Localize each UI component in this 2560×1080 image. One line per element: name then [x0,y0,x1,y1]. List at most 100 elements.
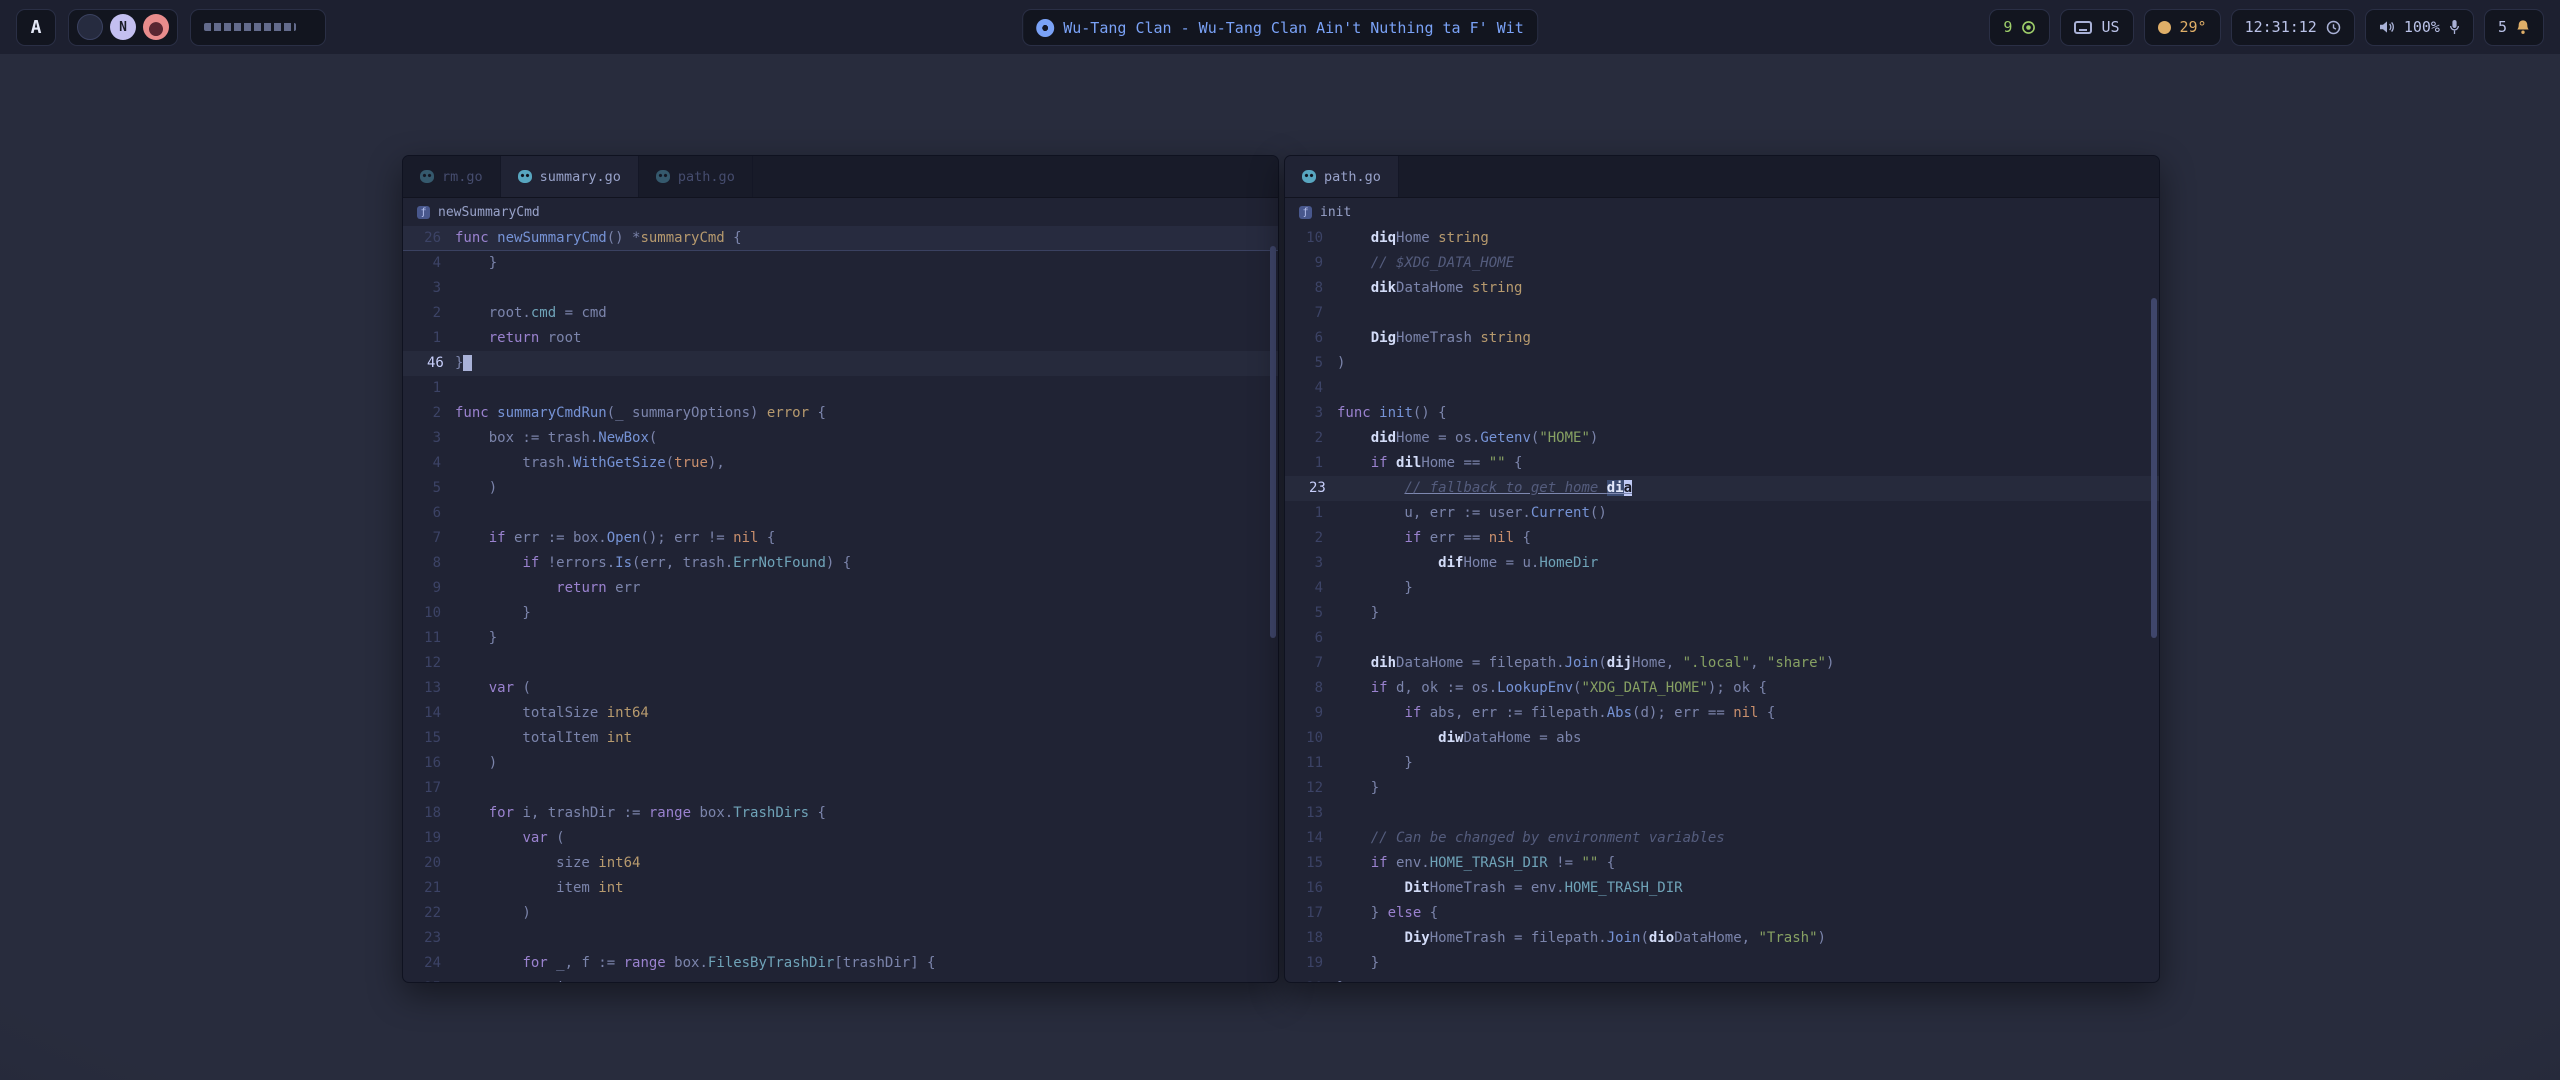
code-line[interactable]: 11 } [1285,751,2159,776]
code-line[interactable]: 10 diwDataHome = abs [1285,726,2159,751]
code-line[interactable]: 12 } [1285,776,2159,801]
code-line[interactable]: 23 // fallback to get home dia [1285,476,2159,501]
line-number: 17 [403,776,455,801]
line-number: 10 [1285,726,1337,751]
tab-summary.go[interactable]: summary.go [501,156,639,197]
code-line[interactable]: 3func init() { [1285,401,2159,426]
code-line[interactable]: 15 totalItem int [403,726,1278,751]
code-line[interactable]: 9 return err [403,576,1278,601]
line-number: 4 [1285,576,1337,601]
workspace-1-icon[interactable] [77,14,103,40]
line-number: 2 [1285,526,1337,551]
code-line[interactable]: 20} [1285,976,2159,983]
temperature-value: 29° [2180,18,2207,36]
code-line[interactable]: 46} [403,351,1278,376]
code-line[interactable]: 24 for _, f := range box.FilesByTrashDir… [403,951,1278,976]
workspace-2-icon[interactable]: N [110,14,136,40]
code-line[interactable]: 19 } [1285,951,2159,976]
code-line[interactable]: 4 [1285,376,2159,401]
code-line[interactable]: 14 totalSize int64 [403,701,1278,726]
code-line[interactable]: 17 [403,776,1278,801]
code-line[interactable]: 11 } [403,626,1278,651]
line-number: 4 [403,451,455,476]
code-line[interactable]: 8 if d, ok := os.LookupEnv("XDG_DATA_HOM… [1285,676,2159,701]
now-playing-text: Wu-Tang Clan - Wu-Tang Clan Ain't Nuthin… [1063,19,1524,37]
line-number: 9 [1285,251,1337,276]
line-number: 8 [1285,276,1337,301]
code-line[interactable]: 3 difHome = u.HomeDir [1285,551,2159,576]
window-title-text [204,23,296,31]
workspace-3-icon[interactable] [143,14,169,40]
code-line[interactable]: 1 u, err := user.Current() [1285,501,2159,526]
line-number: 3 [403,276,455,301]
code-line[interactable]: 21 item int [403,876,1278,901]
code-line[interactable]: 1 [403,376,1278,401]
code-line[interactable]: 9 if abs, err := filepath.Abs(d); err ==… [1285,701,2159,726]
notifications-widget[interactable]: 5 [2484,9,2544,46]
weather-widget[interactable]: 29° [2144,9,2221,46]
code-line[interactable]: 2 if err == nil { [1285,526,2159,551]
code-line[interactable]: 14 // Can be changed by environment vari… [1285,826,2159,851]
code-line[interactable]: 4 trash.WithGetSize(true), [403,451,1278,476]
tab-path.go[interactable]: path.go [1285,156,1399,197]
volume-widget[interactable]: 100% [2365,9,2474,46]
code-line[interactable]: 23 [403,926,1278,951]
code-line[interactable]: 18 for i, trashDir := range box.TrashDir… [403,801,1278,826]
volume-value: 100% [2404,18,2440,36]
line-number: 23 [1285,476,1337,501]
code-line[interactable]: 6 DigHomeTrash string [1285,326,2159,351]
code-line[interactable]: 4 } [1285,576,2159,601]
code-line[interactable]: 15 if env.HOME_TRASH_DIR != "" { [1285,851,2159,876]
code-area[interactable]: 26func newSummaryCmd() *summaryCmd {4 }3… [403,226,1278,983]
counter-widget[interactable]: 9 [1989,9,2050,46]
code-line[interactable]: 2 root.cmd = cmd [403,301,1278,326]
code-line[interactable]: 13 var ( [403,676,1278,701]
code-line[interactable]: 7 if err := box.Open(); err != nil { [403,526,1278,551]
code-line[interactable]: 22 ) [403,901,1278,926]
weather-icon [2158,21,2171,34]
code-line[interactable]: 8 dikDataHome string [1285,276,2159,301]
code-line[interactable]: 20 size int64 [403,851,1278,876]
code-line[interactable]: 12 [403,651,1278,676]
tab-rm.go[interactable]: rm.go [403,156,501,197]
code-line[interactable]: 1 return root [403,326,1278,351]
keyboard-layout-widget[interactable]: US [2060,9,2133,46]
line-number: 5 [403,476,455,501]
line-number: 12 [403,651,455,676]
code-line[interactable]: 16 ) [403,751,1278,776]
code-line[interactable]: 17 } else { [1285,901,2159,926]
code-line[interactable]: 10 diqHome string [1285,226,2159,251]
scrollbar[interactable] [1270,246,1276,638]
code-area[interactable]: 10 diqHome string9 // $XDG_DATA_HOME8 di… [1285,226,2159,983]
code-line[interactable]: 2func summaryCmdRun(_ summaryOptions) er… [403,401,1278,426]
code-line[interactable]: 7 [1285,301,2159,326]
clock-widget[interactable]: 12:31:12 [2231,9,2355,46]
code-line[interactable]: 5 ) [403,476,1278,501]
context-line[interactable]: 26func newSummaryCmd() *summaryCmd { [403,226,1278,251]
code-line[interactable]: 2 didHome = os.Getenv("HOME") [1285,426,2159,451]
code-line[interactable]: 19 var ( [403,826,1278,851]
code-line[interactable]: 5 } [1285,601,2159,626]
tab-path.go[interactable]: path.go [639,156,753,197]
code-line[interactable]: 10 } [403,601,1278,626]
code-line[interactable]: 1 if dilHome == "" { [1285,451,2159,476]
code-line[interactable]: 6 [403,501,1278,526]
line-number: 5 [1285,601,1337,626]
code-line[interactable]: 16 DitHomeTrash = env.HOME_TRASH_DIR [1285,876,2159,901]
code-line[interactable]: 25 item++ [403,976,1278,983]
scrollbar[interactable] [2151,298,2157,638]
media-widget[interactable]: Wu-Tang Clan - Wu-Tang Clan Ain't Nuthin… [1022,9,1538,46]
code-line[interactable]: 7 dihDataHome = filepath.Join(dijHome, "… [1285,651,2159,676]
code-line[interactable]: 5) [1285,351,2159,376]
code-line[interactable]: 3 box := trash.NewBox( [403,426,1278,451]
go-file-icon [518,170,532,183]
code-line[interactable]: 4 } [403,251,1278,276]
code-line[interactable]: 3 [403,276,1278,301]
code-line[interactable]: 18 DiyHomeTrash = filepath.Join(dioDataH… [1285,926,2159,951]
code-line[interactable]: 8 if !errors.Is(err, trash.ErrNotFound) … [403,551,1278,576]
code-line[interactable]: 6 [1285,626,2159,651]
eye-icon [2021,20,2036,35]
code-line[interactable]: 13 [1285,801,2159,826]
code-line[interactable]: 9 // $XDG_DATA_HOME [1285,251,2159,276]
launcher-button[interactable]: A [16,9,56,46]
